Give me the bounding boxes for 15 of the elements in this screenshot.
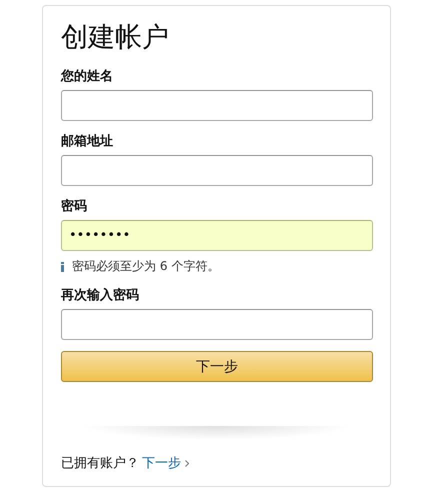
- info-icon: [61, 262, 64, 272]
- input-field[interactable]: [61, 309, 373, 340]
- field-label: 密码: [61, 198, 88, 216]
- field-label: 邮箱地址: [61, 133, 114, 151]
- field-label: 再次输入密码: [61, 287, 140, 305]
- input-field[interactable]: [61, 90, 373, 121]
- hint-text: 密码必须至少为 6 个字符。: [72, 258, 220, 275]
- next-button[interactable]: 下一步: [61, 351, 373, 382]
- field-label: 您的姓名: [61, 68, 114, 86]
- page-title: 创建帐户: [61, 21, 170, 55]
- sign-in-link[interactable]: 下一步: [142, 454, 189, 472]
- input-field[interactable]: ••••••••: [61, 220, 373, 251]
- chevron-icon: [185, 460, 189, 466]
- footer-text: 已拥有账户？: [61, 455, 139, 472]
- input-field[interactable]: [61, 155, 373, 186]
